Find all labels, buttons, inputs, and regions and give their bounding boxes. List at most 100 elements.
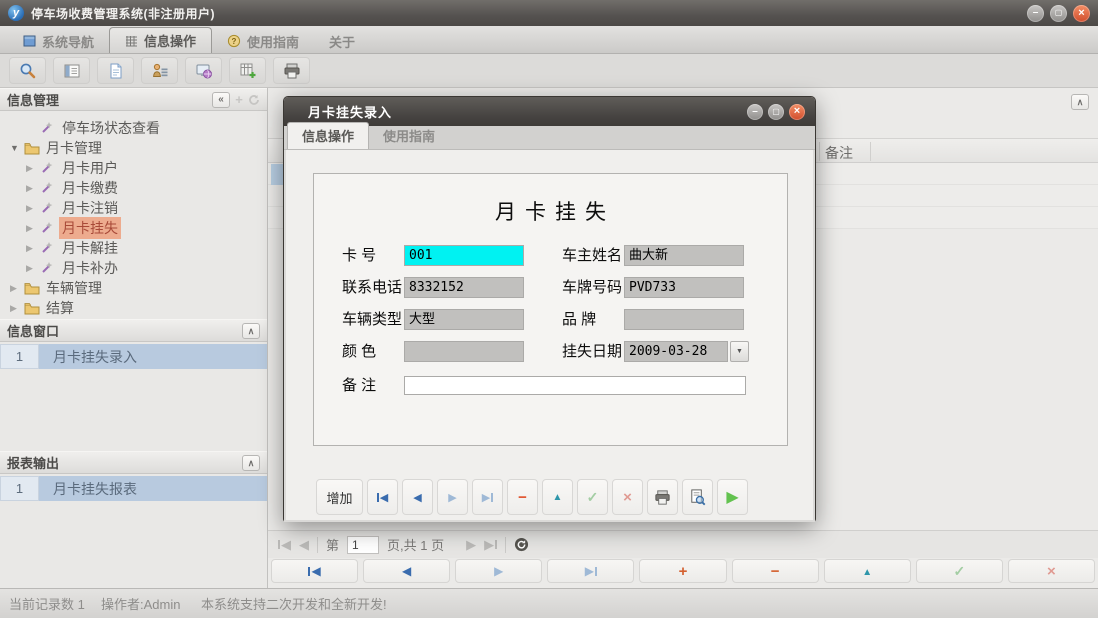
dialog-tab-user-guide[interactable]: 使用指南 (369, 123, 449, 149)
record-first-button[interactable] (367, 479, 398, 515)
tab-about[interactable]: 关于 (314, 29, 370, 53)
nav-first-button[interactable] (271, 559, 358, 583)
tree-item-monthly-card-loss[interactable]: 月卡挂失 (0, 218, 267, 238)
grid-column-remarks[interactable]: 备注 (825, 143, 853, 163)
nav-cancel-button[interactable] (1008, 559, 1095, 583)
panel-collapse-button[interactable] (242, 455, 260, 471)
list-item[interactable]: 1 月卡挂失录入 (0, 344, 267, 369)
expand-arrow-icon[interactable] (10, 303, 24, 314)
toolbar-table-add-button[interactable] (229, 57, 266, 84)
dialog-tab-info-operation[interactable]: 信息操作 (287, 122, 369, 149)
tab-system-navigation[interactable]: 系统导航 (8, 29, 109, 53)
tab-label: 使用指南 (383, 129, 435, 144)
next-page-button[interactable] (466, 537, 476, 553)
expand-arrow-icon[interactable] (26, 223, 40, 234)
list-item[interactable]: 1 月卡挂失报表 (0, 476, 267, 501)
toolbar-monitor-button[interactable] (185, 57, 222, 84)
expand-arrow-icon[interactable] (26, 163, 40, 174)
record-edit-button[interactable] (542, 479, 573, 515)
tree-item-parking-status[interactable]: 停车场状态查看 (0, 118, 267, 138)
record-delete-button[interactable] (507, 479, 538, 515)
info-window-list: 1 月卡挂失录入 (0, 344, 267, 451)
tree-item-monthly-card-user[interactable]: 月卡用户 (0, 158, 267, 178)
run-button[interactable] (717, 479, 748, 515)
wand-icon (40, 261, 59, 275)
folder-icon (24, 282, 43, 295)
expand-arrow-icon[interactable] (26, 203, 40, 214)
expand-arrow-icon[interactable] (26, 243, 40, 254)
plate-number-field[interactable]: PVD733 (624, 277, 744, 298)
tree-item-monthly-card-cancel[interactable]: 月卡注销 (0, 198, 267, 218)
pager-prefix-label: 第 (326, 535, 339, 554)
expand-arrow-icon[interactable] (26, 183, 40, 194)
main-panel-collapse-button[interactable] (1071, 94, 1089, 110)
nav-add-button[interactable] (639, 559, 726, 583)
nav-edit-button[interactable] (824, 559, 911, 583)
tree-item-monthly-card-unloss[interactable]: 月卡解挂 (0, 238, 267, 258)
record-previous-button[interactable] (402, 479, 433, 515)
toolbar-document-button[interactable] (97, 57, 134, 84)
list-item-label: 月卡挂失录入 (39, 344, 267, 369)
toolbar-search-button[interactable] (9, 57, 46, 84)
dialog-close-button[interactable] (789, 104, 805, 120)
dialog-title: 月卡挂失录入 (308, 102, 392, 121)
toolbar-printer-button[interactable] (273, 57, 310, 84)
refresh-icon (248, 94, 260, 106)
nav-delete-button[interactable] (732, 559, 819, 583)
sidebar-collapse-button[interactable] (212, 92, 230, 108)
brand-field[interactable] (624, 309, 744, 330)
tree-item-monthly-card-payment[interactable]: 月卡缴费 (0, 178, 267, 198)
dialog-maximize-button[interactable] (768, 104, 784, 120)
expand-arrow-icon[interactable] (26, 263, 40, 274)
dialog-tabbar: 信息操作 使用指南 (284, 126, 815, 150)
owner-name-field[interactable]: 曲大新 (624, 245, 744, 266)
phone-field[interactable]: 8332152 (404, 277, 524, 298)
remarks-field[interactable] (404, 376, 746, 395)
add-record-button[interactable]: 增加 (316, 479, 363, 515)
tree-item-settlement[interactable]: 结算 (0, 298, 267, 318)
maximize-button[interactable] (1050, 5, 1067, 22)
info-window-panel-header: 信息窗口 (0, 319, 267, 342)
previous-page-button[interactable] (299, 537, 309, 553)
tab-info-operation[interactable]: 信息操作 (109, 27, 212, 53)
toolbar-form-button[interactable] (53, 57, 90, 84)
record-next-button[interactable] (437, 479, 468, 515)
add-icon: + (233, 92, 245, 107)
vehicle-type-field[interactable]: 大型 (404, 309, 524, 330)
wand-icon (40, 121, 59, 135)
record-confirm-button[interactable] (577, 479, 608, 515)
tab-user-guide[interactable]: ? 使用指南 (212, 29, 314, 53)
date-dropdown-button[interactable] (730, 341, 749, 362)
window-icon (23, 35, 36, 47)
record-last-button[interactable] (472, 479, 503, 515)
last-page-button[interactable] (484, 537, 497, 553)
expand-arrow-icon[interactable] (10, 143, 24, 153)
card-number-field[interactable]: 001 (404, 245, 524, 266)
minimize-button[interactable] (1027, 5, 1044, 22)
page-number-input[interactable] (347, 536, 379, 554)
color-field[interactable] (404, 341, 524, 362)
dialog-minimize-button[interactable] (747, 104, 763, 120)
record-cancel-button[interactable] (612, 479, 643, 515)
expand-arrow-icon[interactable] (10, 283, 24, 294)
panel-collapse-button[interactable] (242, 323, 260, 339)
tree-item-vehicle-management[interactable]: 车辆管理 (0, 278, 267, 298)
print-button[interactable] (647, 479, 678, 515)
refresh-button[interactable] (514, 537, 529, 552)
status-message: 本系统支持二次开发和全新开发! (201, 594, 387, 613)
tree-item-monthly-card-reissue[interactable]: 月卡补办 (0, 258, 267, 278)
app-window: y 停车场收费管理系统(非注册用户) 系统导航 信息操作 ? 使用指南 (0, 0, 1098, 618)
nav-last-button[interactable] (547, 559, 634, 583)
first-page-button[interactable] (278, 537, 291, 553)
close-button[interactable] (1073, 5, 1090, 22)
add-button-label: 增加 (326, 488, 352, 507)
print-preview-button[interactable] (682, 479, 713, 515)
nav-confirm-button[interactable] (916, 559, 1003, 583)
vehicle-type-label: 车辆类型 (342, 309, 402, 330)
toolbar-user-settings-button[interactable] (141, 57, 178, 84)
tree-item-monthly-card-management[interactable]: 月卡管理 (0, 138, 267, 158)
loss-date-field[interactable]: 2009-03-28 (624, 341, 728, 362)
nav-next-button[interactable] (455, 559, 542, 583)
nav-previous-button[interactable] (363, 559, 450, 583)
dialog-body: 月卡挂失 卡 号 001 车主姓名 曲大新 联系电话 8332152 车牌号码 … (284, 150, 815, 522)
